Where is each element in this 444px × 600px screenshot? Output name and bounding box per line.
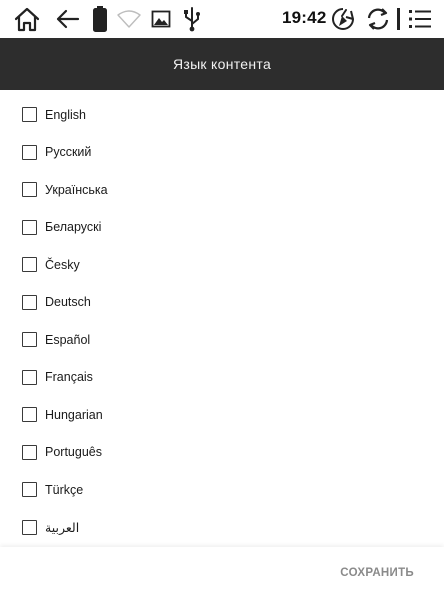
language-item-arabic[interactable]: العربية [0,509,444,547]
checkbox[interactable] [22,369,37,385]
menu-icon[interactable] [406,4,434,34]
home-icon[interactable] [12,4,42,34]
language-item-portuguese[interactable]: Português [0,434,444,472]
language-item-russian[interactable]: Русский [0,134,444,172]
checkbox[interactable] [22,182,37,198]
language-label: Français [45,370,93,385]
battery-icon [90,4,110,34]
checkbox[interactable] [22,257,37,273]
checkbox[interactable] [22,332,37,348]
checkbox[interactable] [22,444,37,460]
status-divider [397,8,400,30]
footer-bar: СОХРАНИТЬ [0,547,444,600]
language-label: Deutsch [45,295,91,310]
language-item-turkish[interactable]: Türkçe [0,471,444,509]
save-button[interactable]: СОХРАНИТЬ [340,567,414,579]
checkbox[interactable] [22,407,37,423]
checkbox[interactable] [22,519,37,535]
checkbox[interactable] [22,294,37,310]
language-label: العربية [45,520,80,535]
page-header: Язык контента [0,38,444,90]
language-item-french[interactable]: Français [0,359,444,397]
language-item-belarusian[interactable]: Беларускі [0,209,444,247]
language-label: Hungarian [45,407,103,422]
language-item-hungarian[interactable]: Hungarian [0,396,444,434]
checkbox[interactable] [22,107,37,123]
language-list: English Русский Українська Беларускі Čes… [0,96,444,546]
checkbox[interactable] [22,144,37,160]
language-item-german[interactable]: Deutsch [0,284,444,322]
refresh-icon[interactable] [364,4,392,34]
back-icon[interactable] [52,4,82,34]
checkbox[interactable] [22,482,37,498]
checkbox[interactable] [22,219,37,235]
language-label: Türkçe [45,482,84,497]
language-label: Česky [45,257,80,272]
usb-icon [182,4,202,34]
language-item-ukrainian[interactable]: Українська [0,171,444,209]
gallery-icon [150,4,172,34]
language-label: Русский [45,145,92,160]
language-item-czech[interactable]: Česky [0,246,444,284]
sync-clean-icon[interactable] [330,4,356,34]
language-item-spanish[interactable]: Español [0,321,444,359]
page-title: Язык контента [172,56,272,72]
language-label: Español [45,332,91,347]
wifi-icon [116,4,142,34]
language-label: English [45,107,86,122]
language-label: Українська [45,182,108,197]
language-item-english[interactable]: English [0,96,444,134]
clock: 19:42 [282,8,327,27]
language-label: Беларускі [45,220,102,235]
language-label: Português [45,445,102,460]
status-bar: 19:42 [0,0,444,38]
